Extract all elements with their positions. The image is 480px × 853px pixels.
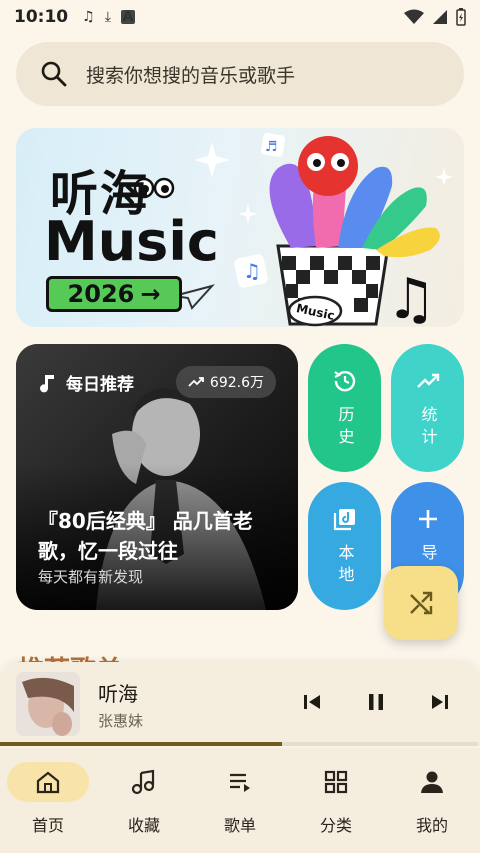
nav-home-label: 首页 xyxy=(31,816,64,835)
wifi-icon xyxy=(404,9,424,24)
playback-progress[interactable] xyxy=(0,742,478,746)
mini-player[interactable]: 听海 张惠妹 xyxy=(0,662,480,746)
tile-history[interactable]: 历史 xyxy=(308,344,381,472)
music-note-status-icon: ♫ xyxy=(82,9,95,25)
nav-profile[interactable]: 我的 xyxy=(384,748,480,853)
search-bar[interactable]: 搜索你想搜的音乐或歌手 xyxy=(16,42,464,106)
daily-recommend-card[interactable]: 每日推荐 692.6万 『80后经典』 品几首老歌，忆一段过往 每天都有新发现 xyxy=(16,344,298,610)
nav-favorites-label: 收藏 xyxy=(127,816,160,835)
daily-label: 每日推荐 xyxy=(66,375,134,395)
nav-favorites[interactable]: 收藏 xyxy=(96,748,192,853)
battery-icon xyxy=(456,8,466,26)
download-status-icon: ⤓ xyxy=(104,9,111,25)
promo-banner[interactable]: ♫ ♬ ♫ 听海 Music 2026 → Music xyxy=(16,128,464,327)
album-art xyxy=(16,672,80,736)
pause-button[interactable] xyxy=(364,690,388,714)
nav-profile-label: 我的 xyxy=(415,816,448,835)
svg-text:♫: ♫ xyxy=(243,259,261,283)
next-button[interactable] xyxy=(428,690,452,714)
nav-playlists[interactable]: 歌单 xyxy=(192,748,288,853)
nav-categories[interactable]: 分类 xyxy=(288,748,384,853)
daily-title: 『80后经典』 品几首老歌，忆一段过往 xyxy=(38,509,253,563)
tile-stats-label: 统计 xyxy=(418,406,438,450)
signal-icon xyxy=(433,10,447,24)
plus-icon xyxy=(418,510,437,528)
section-title: 推荐歌单 xyxy=(18,650,122,662)
bottom-nav: 首页 收藏 歌单 分类 我的 xyxy=(0,748,480,853)
music-library-icon xyxy=(333,509,355,531)
arrow-right-icon: → xyxy=(140,280,161,308)
category-grid-icon xyxy=(324,770,348,794)
track-title: 听海 xyxy=(98,682,138,706)
banner-year: 2026 xyxy=(67,280,135,308)
tile-local-label: 本地 xyxy=(335,544,355,588)
status-time: 10:10 xyxy=(14,7,69,27)
favorite-music-icon xyxy=(131,769,155,795)
playlist-icon xyxy=(230,773,250,792)
playback-progress-fill xyxy=(0,742,283,746)
track-artist: 张惠妹 xyxy=(98,712,144,730)
previous-button[interactable] xyxy=(300,690,324,714)
status-bar: 10:10 ♫ ⤓ A xyxy=(0,0,480,34)
shuffle-icon xyxy=(410,591,433,615)
nav-home[interactable]: 首页 xyxy=(0,748,96,853)
trending-icon xyxy=(416,373,439,388)
trending-up-icon xyxy=(188,377,204,387)
daily-subtitle: 每天都有新发现 xyxy=(38,568,144,586)
tile-history-label: 历史 xyxy=(335,406,355,450)
keyboard-status-icon: A xyxy=(120,9,135,25)
music-note-icon xyxy=(40,374,54,392)
banner-title-en: Music xyxy=(44,210,219,273)
search-placeholder: 搜索你想搜的音乐或歌手 xyxy=(86,64,296,87)
play-count: 692.6万 xyxy=(209,375,264,391)
search-icon xyxy=(41,61,67,87)
tile-local[interactable]: 本地 xyxy=(308,482,381,610)
svg-text:♬: ♬ xyxy=(265,139,278,155)
tile-stats[interactable]: 统计 xyxy=(391,344,464,472)
nav-playlists-label: 歌单 xyxy=(223,816,256,835)
play-count-badge: 692.6万 xyxy=(175,366,276,398)
history-icon xyxy=(333,371,355,392)
home-icon xyxy=(36,771,60,794)
profile-icon xyxy=(421,771,443,793)
nav-categories-label: 分类 xyxy=(319,816,352,835)
svg-text:♫: ♫ xyxy=(386,267,436,327)
shuffle-fab[interactable] xyxy=(384,566,458,640)
banner-year-badge: 2026 → xyxy=(46,276,182,312)
